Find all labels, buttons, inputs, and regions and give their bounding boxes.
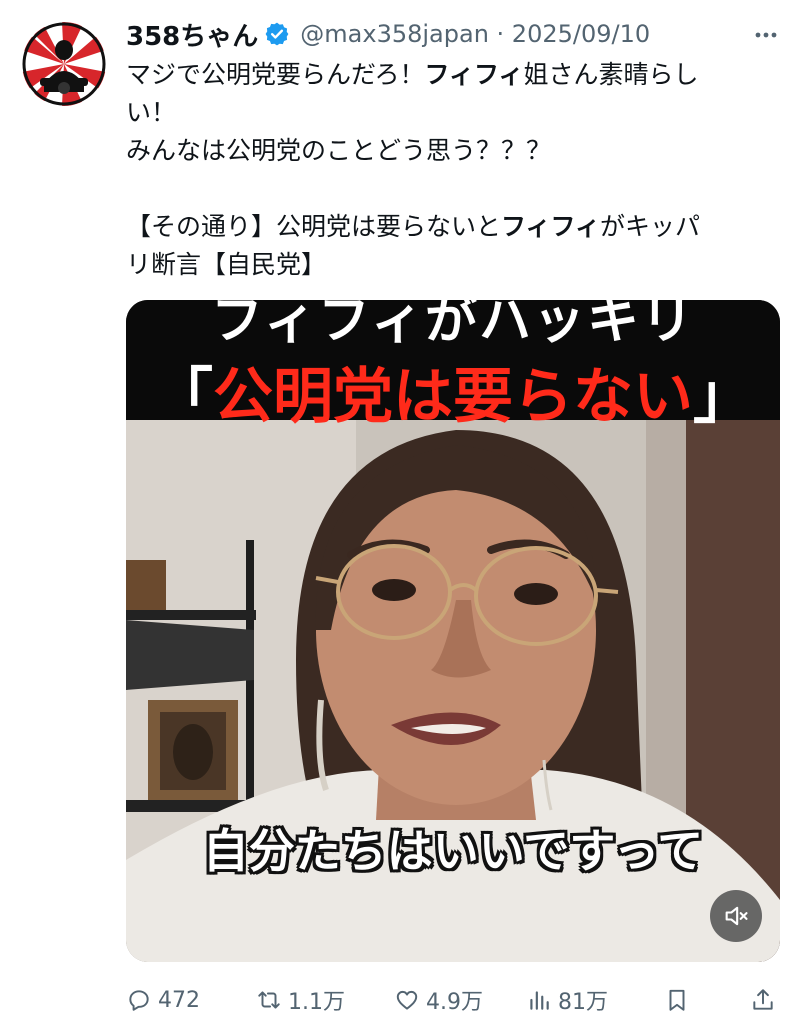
action-bar: 472 1.1万 4.9万 81万 (126, 982, 786, 1018)
video-player[interactable]: フィフィがハッキリ 「公明党は要らない」 自分たちはいいですって (126, 300, 780, 962)
handle-and-date[interactable]: @max358japan · 2025/09/10 (300, 20, 650, 48)
banner-close-bracket: 」 (693, 362, 753, 432)
like-button[interactable]: 4.9万 (394, 982, 483, 1018)
tweet-text-segment: い！ (126, 98, 177, 127)
repost-button[interactable]: 1.1万 (256, 982, 345, 1018)
speaker-muted-icon (725, 906, 748, 926)
reply-button[interactable]: 472 (126, 982, 200, 1018)
tweet-text-segment: 姐さん素晴らし (523, 60, 699, 89)
views-chart-icon (530, 991, 549, 1010)
heart-icon (396, 990, 418, 1010)
share-button[interactable] (750, 982, 782, 1018)
tweet-header: 358ちゃん @max358japan · 2025/09/10 (126, 14, 781, 54)
repost-icon (258, 991, 280, 1009)
tweet-text-segment: フィフィ (424, 60, 524, 89)
tweet-text-segment: 【その通り】公明党は要らないと (126, 212, 502, 241)
more-options-icon[interactable] (751, 20, 781, 50)
tweet-text-line: みんなは公明党のことどう思う？？？ (126, 132, 776, 170)
reply-count: 472 (158, 987, 200, 1013)
banner-line-1: フィフィがハッキリ (211, 300, 695, 351)
verified-badge-icon (264, 21, 290, 47)
tweet-text-segment: がキッパ (600, 212, 701, 241)
mute-button[interactable] (710, 890, 762, 942)
views-count: 81万 (558, 990, 608, 1015)
banner-line-2: 「公明党は要らない」 (126, 348, 780, 435)
tweet-text: マジで公明党要らんだろ！フィフィ姐さん素晴らし い！ みんなは公明党のことどう思う？… (126, 56, 776, 284)
tweet-text-segment: リ断言【自民党】 (126, 250, 327, 279)
tweet-text-segment: みんなは公明党のことどう思う？？？ (126, 136, 552, 165)
banner-red-text: 公明党は要らない (213, 362, 693, 432)
tweet-text-line: い！ (126, 94, 776, 132)
video-banner: フィフィがハッキリ 「公明党は要らない」 (126, 300, 780, 432)
author-name[interactable]: 358ちゃん (126, 16, 258, 53)
repost-count: 1.1万 (288, 990, 345, 1015)
reply-icon (129, 990, 149, 1011)
avatar[interactable] (22, 22, 106, 106)
tweet-text-segment: フィフィ (501, 212, 601, 241)
views-button[interactable]: 81万 (526, 982, 608, 1018)
bookmark-button[interactable] (664, 982, 696, 1018)
tweet-text-line (126, 170, 776, 208)
share-icon (753, 989, 773, 1010)
tweet-text-line: 【その通り】公明党は要らないとフィフィがキッパ (126, 208, 776, 246)
tweet-text-line: マジで公明党要らんだろ！フィフィ姐さん素晴らし (126, 56, 776, 94)
video-caption: 自分たちはいいですって (202, 824, 704, 878)
bookmark-icon (669, 989, 685, 1011)
tweet-text-segment: マジで公明党要らんだろ！ (126, 60, 425, 89)
tweet-text-line: リ断言【自民党】 (126, 246, 776, 284)
banner-open-bracket: 「 (153, 362, 213, 432)
like-count: 4.9万 (426, 990, 483, 1015)
